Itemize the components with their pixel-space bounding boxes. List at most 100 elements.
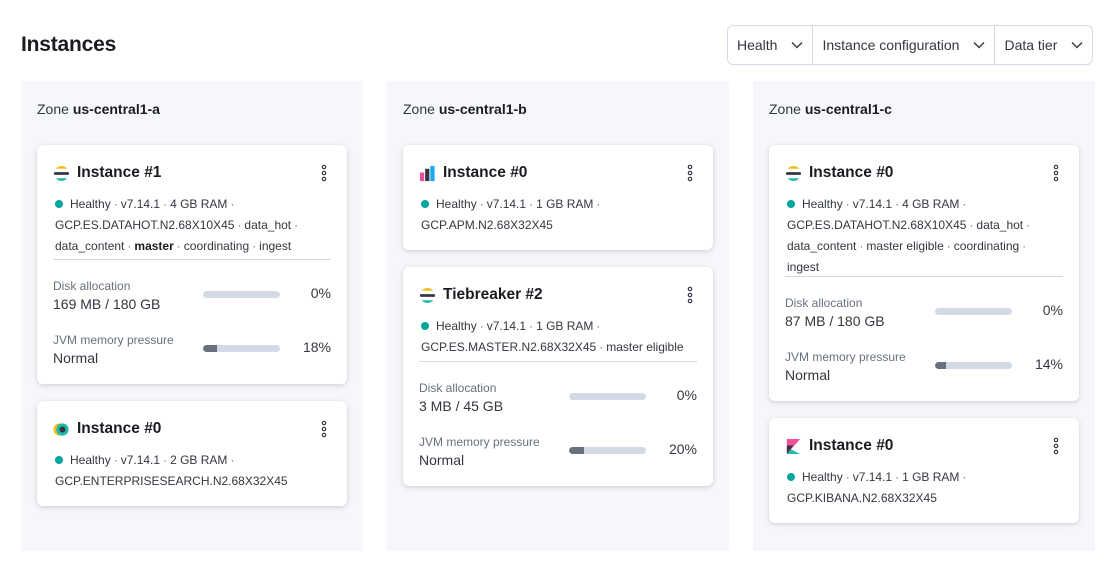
instance-card: Instance #0 Healthy · v7.14.1 · 1 GB RAM · GC…: [403, 145, 713, 250]
more-actions-icon[interactable]: [1051, 164, 1061, 182]
progress-bar: [203, 345, 280, 352]
stat-value: Normal: [53, 350, 99, 366]
role: coordinating: [953, 239, 1020, 253]
zone-name: us-central1-a: [72, 101, 160, 117]
health-status: Healthy: [70, 197, 111, 211]
health-status-dot: [55, 456, 63, 464]
instance-metadata: Healthy · v7.14.1 · 1 GB RAM · GCP.KIBANA.N2.…: [787, 470, 967, 505]
stat-label: JVM memory pressure: [53, 333, 174, 347]
instance-config: GCP.ES.DATAHOT.N2.68X10X45: [787, 218, 967, 232]
role: data_hot: [244, 218, 292, 232]
stat-value: Normal: [419, 452, 465, 468]
stat-percent: 0%: [1042, 302, 1063, 318]
stat-label: Disk allocation: [785, 296, 863, 310]
disk-allocation: Disk allocation 169 MB / 180 GB 0%: [53, 279, 331, 315]
ram: 1 GB RAM: [536, 197, 594, 211]
version: v7.14.1: [486, 319, 527, 333]
more-actions-icon[interactable]: [1051, 437, 1061, 455]
instance-title[interactable]: Instance #1: [77, 164, 161, 182]
ram: 2 GB RAM: [170, 453, 228, 467]
stat-percent: 20%: [668, 441, 697, 457]
health-status: Healthy: [436, 197, 477, 211]
instance-title[interactable]: Tiebreaker #2: [443, 286, 543, 304]
kibana-icon: [786, 438, 801, 454]
role: data_content: [787, 239, 857, 253]
version: v7.14.1: [852, 197, 893, 211]
stat-percent: 0%: [676, 387, 697, 403]
zone-prefix: Zone: [37, 101, 69, 117]
jvm-memory-pressure: JVM memory pressure Normal 20%: [419, 435, 697, 471]
ram: 1 GB RAM: [902, 470, 960, 484]
instance-title[interactable]: Instance #0: [443, 164, 527, 182]
progress-bar: [569, 393, 646, 400]
instance-metadata: Healthy · v7.14.1 · 1 GB RAM · GCP.APM.N2.68X…: [421, 197, 601, 232]
stat-label: JVM memory pressure: [785, 350, 906, 364]
health-filter-button[interactable]: Health: [728, 26, 814, 64]
more-actions-icon[interactable]: [685, 164, 695, 182]
instance-configuration-filter-button[interactable]: Instance configuration: [813, 26, 996, 64]
instance-config: GCP.KIBANA.N2.68X32X45: [787, 491, 937, 505]
instance-config: GCP.APM.N2.68X32X45: [421, 218, 553, 232]
instance-config: GCP.ENTERPRISESEARCH.N2.68X32X45: [55, 474, 288, 488]
elasticsearch-icon: [785, 165, 802, 181]
version: v7.14.1: [120, 197, 161, 211]
instance-card: Instance #0 Healthy · v7.14.1 · 1 GB RAM · GC…: [769, 418, 1079, 523]
instance-title[interactable]: Instance #0: [77, 420, 161, 438]
ram: 4 GB RAM: [902, 197, 960, 211]
zone-title: Zone us-central1-b: [403, 101, 527, 117]
elasticsearch-icon: [53, 165, 70, 181]
role: master eligible: [866, 239, 944, 253]
apm-icon: [419, 165, 435, 181]
instance-config: GCP.ES.DATAHOT.N2.68X10X45: [55, 218, 235, 232]
role: coordinating: [183, 239, 250, 253]
version: v7.14.1: [486, 197, 527, 211]
chevron-down-icon: [791, 42, 803, 49]
ram: 1 GB RAM: [536, 319, 594, 333]
more-actions-icon[interactable]: [685, 286, 695, 304]
zone-prefix: Zone: [403, 101, 435, 117]
stat-value: Normal: [785, 367, 831, 383]
health-status-dot: [55, 200, 63, 208]
instance-metadata: Healthy · v7.14.1 · 1 GB RAM · GCP.ES.MASTER.…: [421, 319, 684, 354]
role: data_hot: [976, 218, 1024, 232]
stat-percent: 0%: [310, 285, 331, 301]
jvm-memory-pressure: JVM memory pressure Normal 14%: [785, 350, 1063, 386]
page-title: Instances: [21, 33, 117, 56]
zone-title: Zone us-central1-c: [769, 101, 892, 117]
zone-title: Zone us-central1-a: [37, 101, 160, 117]
enterprise-search-icon: [53, 422, 69, 436]
stat-label: Disk allocation: [419, 381, 497, 395]
stat-percent: 18%: [302, 339, 331, 355]
instance-title[interactable]: Instance #0: [809, 164, 893, 182]
role: data_content: [55, 239, 125, 253]
zone-name: us-central1-c: [804, 101, 892, 117]
instance-card: Tiebreaker #2 Healthy · v7.14.1 · 1 GB RAM · …: [403, 267, 713, 486]
zone-name: us-central1-b: [438, 101, 527, 117]
stat-value: 87 MB / 180 GB: [785, 313, 885, 329]
more-actions-icon[interactable]: [319, 420, 329, 438]
ram: 4 GB RAM: [170, 197, 228, 211]
divider: [53, 259, 331, 260]
instance-metadata: Healthy · v7.14.1 · 2 GB RAM · GCP.ENTERPRISE…: [55, 453, 288, 488]
role: master: [134, 239, 174, 253]
chevron-down-icon: [973, 42, 985, 49]
zone-panel: Zone us-central1-b Instance #0 Healthy · v…: [387, 81, 729, 551]
stat-value: 3 MB / 45 GB: [419, 398, 504, 414]
instance-metadata: Healthy · v7.14.1 · 4 GB RAM · GCP.ES.DATAHOT…: [55, 197, 299, 253]
data-tier-filter-button[interactable]: Data tier: [995, 26, 1092, 64]
health-status: Healthy: [436, 319, 477, 333]
instance-card: Instance #1 Healthy · v7.14.1 · 4 GB RAM · GC…: [37, 145, 347, 384]
stat-label: Disk allocation: [53, 279, 131, 293]
role: master eligible: [606, 340, 684, 354]
progress-bar: [569, 447, 646, 454]
divider: [785, 276, 1063, 277]
jvm-memory-pressure: JVM memory pressure Normal 18%: [53, 333, 331, 369]
stat-label: JVM memory pressure: [419, 435, 540, 449]
more-actions-icon[interactable]: [319, 164, 329, 182]
divider: [419, 361, 697, 362]
health-status-dot: [787, 473, 795, 481]
health-status-dot: [421, 322, 429, 330]
stat-value: 169 MB / 180 GB: [53, 296, 161, 312]
health-status: Healthy: [802, 470, 843, 484]
instance-title[interactable]: Instance #0: [809, 437, 893, 455]
